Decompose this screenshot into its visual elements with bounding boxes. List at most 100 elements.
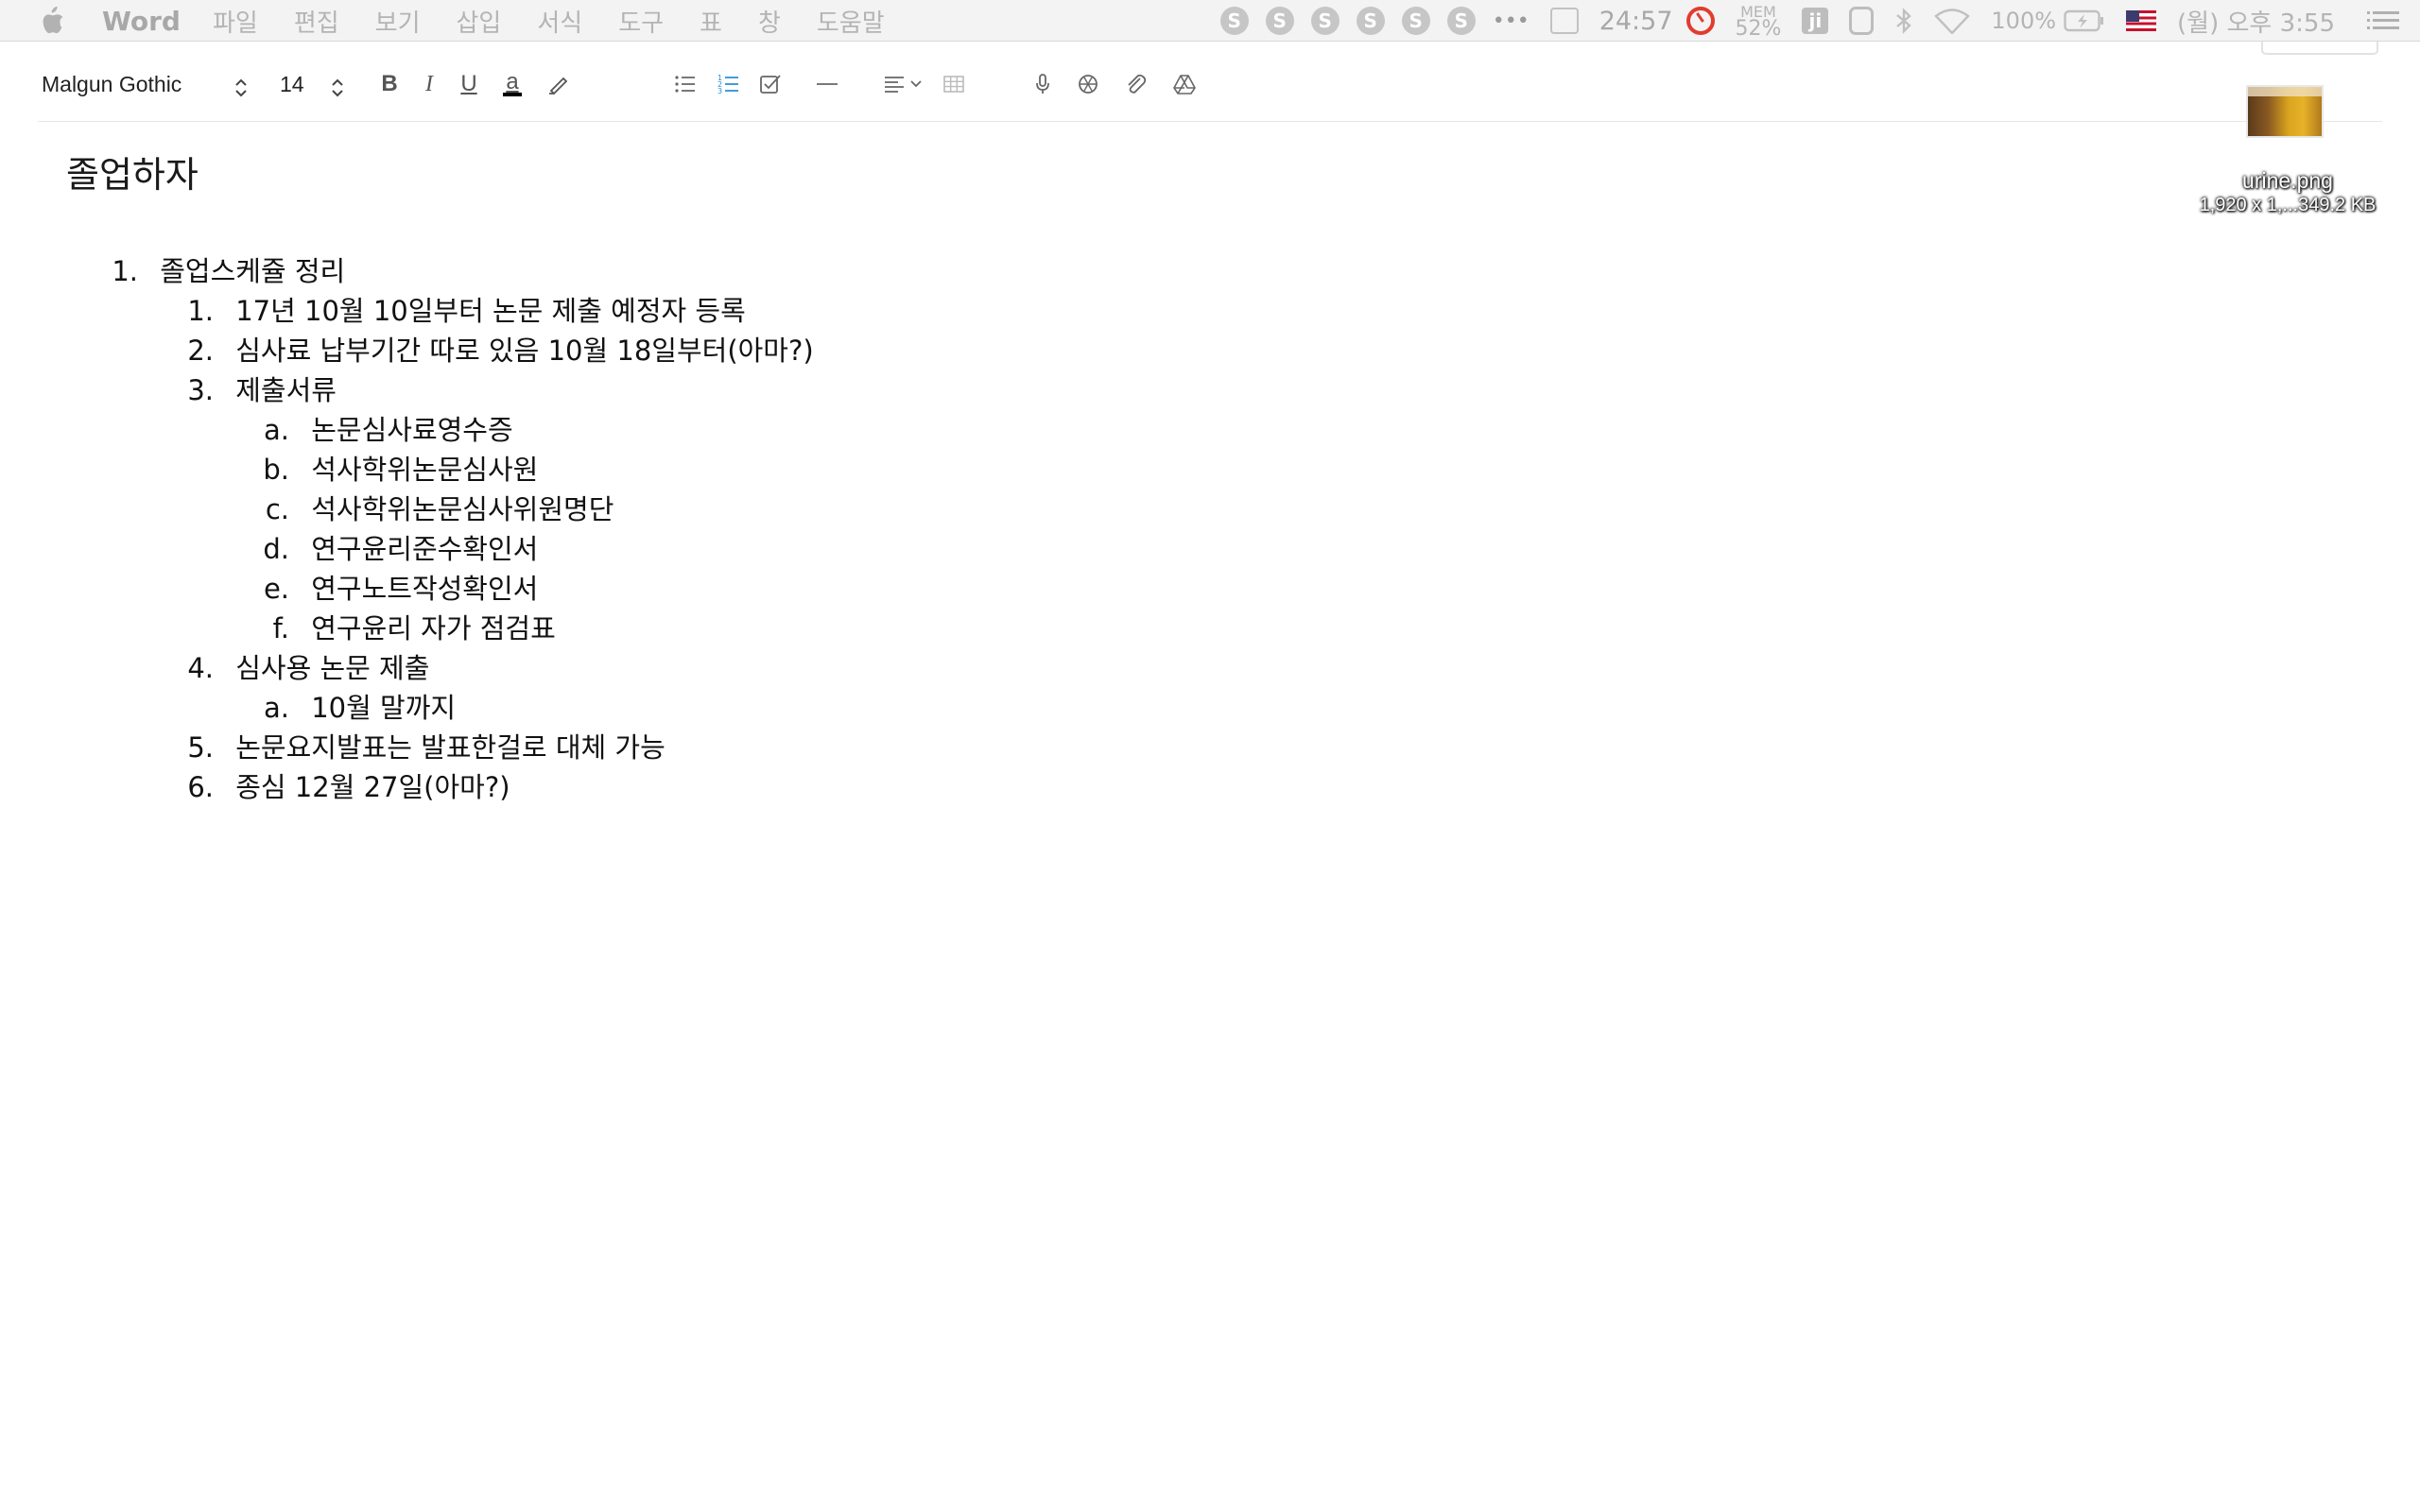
font-size-select[interactable]: 14: [280, 72, 304, 97]
battery-percent[interactable]: 100%: [1991, 8, 2056, 34]
list-text: 10월 말까지: [311, 692, 457, 724]
paperclip-icon[interactable]: [1123, 70, 1148, 98]
edit-note-icon[interactable]: [1549, 8, 1579, 34]
list-icon[interactable]: [2367, 9, 2399, 32]
camera-icon[interactable]: [1076, 70, 1100, 98]
more-icon[interactable]: •••: [1493, 9, 1530, 33]
menu-insert[interactable]: 삽입: [457, 4, 502, 39]
menu-help[interactable]: 도움말: [817, 4, 885, 39]
font-family-select[interactable]: Malgun Gothic: [42, 72, 182, 97]
list-letter: c.: [265, 493, 289, 525]
list-text: 제출서류: [235, 374, 337, 406]
font-color-button[interactable]: a: [501, 70, 524, 98]
list-text: 졸업스케쥴 정리: [160, 255, 346, 287]
font-color-swatch: [503, 93, 522, 96]
menu-edit[interactable]: 편집: [294, 4, 339, 39]
s-coin-icon[interactable]: S: [1265, 7, 1294, 35]
list-item-level2[interactable]: 6. 종심 12월 27일(아마?): [180, 765, 510, 805]
list-text: 17년 10월 10일부터 논문 제출 예정자 등록: [235, 295, 746, 327]
menu-file[interactable]: 파일: [213, 4, 258, 39]
ji-icon[interactable]: ji: [1802, 8, 1829, 34]
list-text: 논문요지발표는 발표한걸로 대체 가능: [235, 731, 666, 764]
s-coin-icon[interactable]: S: [1356, 7, 1385, 35]
list-item-level2[interactable]: 5. 논문요지발표는 발표한걸로 대체 가능: [180, 726, 666, 765]
list-number: 5.: [187, 731, 214, 764]
menu-bar-items: Word 파일 편집 보기 삽입 서식 도구 표 창 도움말: [102, 0, 921, 42]
list-number: 2.: [187, 335, 214, 367]
note-title[interactable]: 졸업하자: [66, 146, 199, 198]
attachment-meta: 1,920 x 1,...349.2 KB: [2199, 195, 2377, 215]
checkbox-icon[interactable]: [758, 70, 783, 98]
list-item-level3[interactable]: b. 석사학위논문심사원: [255, 448, 538, 488]
list-number: 3.: [187, 374, 214, 406]
bulleted-list-icon[interactable]: [673, 70, 698, 98]
table-icon[interactable]: [942, 70, 966, 98]
list-letter: e.: [263, 573, 289, 605]
list-item-level2[interactable]: 2. 심사료 납부기간 따로 있음 10월 18일부터(아마?): [180, 329, 814, 369]
numbered-list-icon[interactable]: 1 2 3: [717, 70, 741, 98]
stopwatch-icon[interactable]: [1685, 7, 1715, 35]
wifi-icon[interactable]: [1934, 8, 1971, 34]
list-letter: a.: [264, 692, 289, 724]
list-item-level3[interactable]: c. 석사학위논문심사위원명단: [255, 488, 614, 527]
list-item-level3[interactable]: a. 논문심사료영수증: [255, 408, 513, 448]
list-letter: a.: [264, 414, 289, 446]
attachment-thumbnail[interactable]: [2246, 85, 2324, 138]
list-item-level2[interactable]: 1. 17년 10월 10일부터 논문 제출 예정자 등록: [180, 289, 746, 329]
bluetooth-icon[interactable]: [1894, 8, 1913, 34]
list-text: 연구윤리준수확인서: [311, 533, 539, 565]
toolbar-divider: [38, 121, 2382, 122]
menubar: Word 파일 편집 보기 삽입 서식 도구 표 창 도움말 S S S S S…: [0, 0, 2420, 42]
svg-text:3: 3: [717, 87, 722, 95]
highlighter-icon[interactable]: [546, 70, 571, 98]
attachment-filename: urine.png: [2242, 168, 2333, 193]
list-item-level2[interactable]: 4. 심사용 논문 제출: [180, 646, 429, 686]
list-text: 연구노트작성확인서: [311, 573, 539, 605]
battery-icon[interactable]: [2064, 9, 2105, 32]
apple-icon[interactable]: [38, 6, 66, 36]
memory-meter[interactable]: MEM 52%: [1735, 4, 1782, 41]
memory-value: 52%: [1735, 16, 1782, 41]
s-coin-icon[interactable]: S: [1310, 7, 1340, 35]
horizontal-rule-icon[interactable]: [815, 70, 839, 98]
list-letter: d.: [263, 533, 289, 565]
menu-format[interactable]: 서식: [537, 4, 582, 39]
menu-table[interactable]: 표: [700, 4, 722, 39]
window-controls-strip: [0, 42, 2420, 55]
list-text: 연구윤리 자가 점검표: [311, 612, 556, 644]
list-item-level3[interactable]: f. 연구윤리 자가 점검표: [255, 607, 556, 646]
align-icon[interactable]: [883, 70, 926, 98]
s-coin-icon[interactable]: S: [1219, 7, 1249, 35]
menu-view[interactable]: 보기: [375, 4, 421, 39]
microphone-icon[interactable]: [1030, 70, 1055, 98]
menu-tools[interactable]: 도구: [618, 4, 664, 39]
list-text: 논문심사료영수증: [311, 414, 513, 446]
list-letter: b.: [263, 454, 289, 486]
list-item-level3[interactable]: a. 10월 말까지: [255, 686, 456, 726]
list-text: 심사료 납부기간 따로 있음 10월 18일부터(아마?): [235, 335, 814, 367]
list-item-level1[interactable]: 1. 졸업스케쥴 정리: [104, 249, 345, 289]
list-text: 석사학위논문심사위원명단: [311, 493, 614, 525]
bold-button[interactable]: B: [378, 70, 401, 98]
s-coin-icon[interactable]: S: [1446, 7, 1476, 35]
us-flag-icon[interactable]: [2126, 10, 2157, 31]
list-number: 4.: [187, 652, 214, 684]
evernote-icon[interactable]: [1849, 7, 1875, 35]
list-number: 6.: [187, 771, 214, 803]
list-item-level3[interactable]: d. 연구윤리준수확인서: [255, 527, 538, 567]
list-item-level3[interactable]: e. 연구노트작성확인서: [255, 567, 538, 607]
font-size-stepper-icon[interactable]: [329, 76, 346, 100]
s-coin-icon[interactable]: S: [1401, 7, 1430, 35]
window-button[interactable]: [2261, 42, 2378, 55]
drive-icon[interactable]: [1172, 70, 1197, 98]
timer-readout[interactable]: 24:57: [1599, 7, 1673, 36]
list-item-level2[interactable]: 3. 제출서류: [180, 369, 337, 408]
menu-window[interactable]: 창: [758, 4, 781, 39]
clock[interactable]: (월) 오후 3:55: [2177, 4, 2335, 39]
app-menu-word[interactable]: Word: [102, 6, 181, 37]
ji-label: ji: [1808, 9, 1823, 32]
font-family-stepper-icon[interactable]: [233, 76, 250, 100]
underline-button[interactable]: U: [458, 70, 480, 98]
italic-button[interactable]: I: [418, 70, 441, 98]
list-number: 1.: [187, 295, 214, 327]
